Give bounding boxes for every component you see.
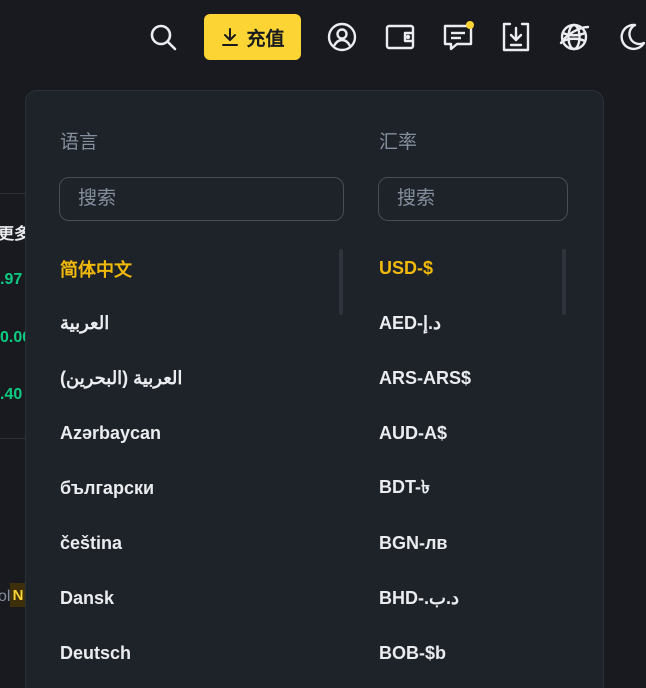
- currency-title: 汇率: [379, 132, 418, 153]
- divider: [0, 438, 26, 439]
- market-value: .97: [0, 271, 23, 288]
- currency-item[interactable]: BGN-лв: [379, 516, 559, 571]
- language-item[interactable]: Azərbaycan: [60, 406, 340, 461]
- language-item[interactable]: български: [60, 461, 340, 516]
- currency-list: USD-$ AED-د.إ ARS-ARS$ AUD-A$ BDT-৳ BGN-…: [379, 241, 559, 681]
- currency-item[interactable]: AED-د.إ: [379, 296, 559, 351]
- search-icon[interactable]: [146, 20, 180, 54]
- deposit-button[interactable]: 充值: [204, 14, 301, 60]
- language-item[interactable]: 简体中文: [60, 241, 340, 296]
- currency-item[interactable]: USD-$: [379, 241, 559, 296]
- currency-item[interactable]: ARS-ARS$: [379, 351, 559, 406]
- globe-icon[interactable]: [557, 20, 591, 54]
- language-item[interactable]: العربية: [60, 296, 340, 351]
- user-icon[interactable]: [325, 20, 359, 54]
- wallet-icon[interactable]: [383, 20, 417, 54]
- currency-scrollbar[interactable]: [562, 249, 566, 315]
- language-title: 语言: [60, 132, 99, 153]
- page: 充值 更多 .97 0.00 .40 ol N 语言 搜索 简体中文 العرب…: [0, 0, 646, 688]
- language-item[interactable]: Deutsch: [60, 626, 340, 681]
- moon-icon[interactable]: [614, 20, 646, 54]
- fragment-text: ol: [0, 588, 11, 605]
- deposit-label: 充值: [246, 28, 285, 50]
- currency-item[interactable]: BOB-$b: [379, 626, 559, 681]
- new-badge: N: [10, 583, 26, 607]
- notification-dot: [466, 21, 474, 29]
- download-icon: [222, 28, 239, 46]
- currency-item[interactable]: AUD-A$: [379, 406, 559, 461]
- language-item[interactable]: العربية (البحرين): [60, 351, 340, 406]
- app-download-icon[interactable]: [499, 20, 533, 54]
- language-item[interactable]: čeština: [60, 516, 340, 571]
- language-list: 简体中文 العربية العربية (البحرين) Azərbayca…: [60, 241, 340, 681]
- message-icon[interactable]: [441, 20, 475, 54]
- market-value: .40: [0, 386, 23, 403]
- top-nav: 充值: [0, 0, 646, 78]
- divider: [0, 193, 26, 194]
- currency-item[interactable]: BHD-.د.ب: [379, 571, 559, 626]
- language-scrollbar[interactable]: [339, 249, 343, 315]
- currency-search-input[interactable]: [378, 177, 568, 221]
- language-item[interactable]: Dansk: [60, 571, 340, 626]
- currency-item[interactable]: BDT-৳: [379, 461, 559, 516]
- language-currency-dropdown: 语言 简体中文 العربية العربية (البحرين) Azərba…: [25, 90, 604, 688]
- language-search-input[interactable]: [59, 177, 344, 221]
